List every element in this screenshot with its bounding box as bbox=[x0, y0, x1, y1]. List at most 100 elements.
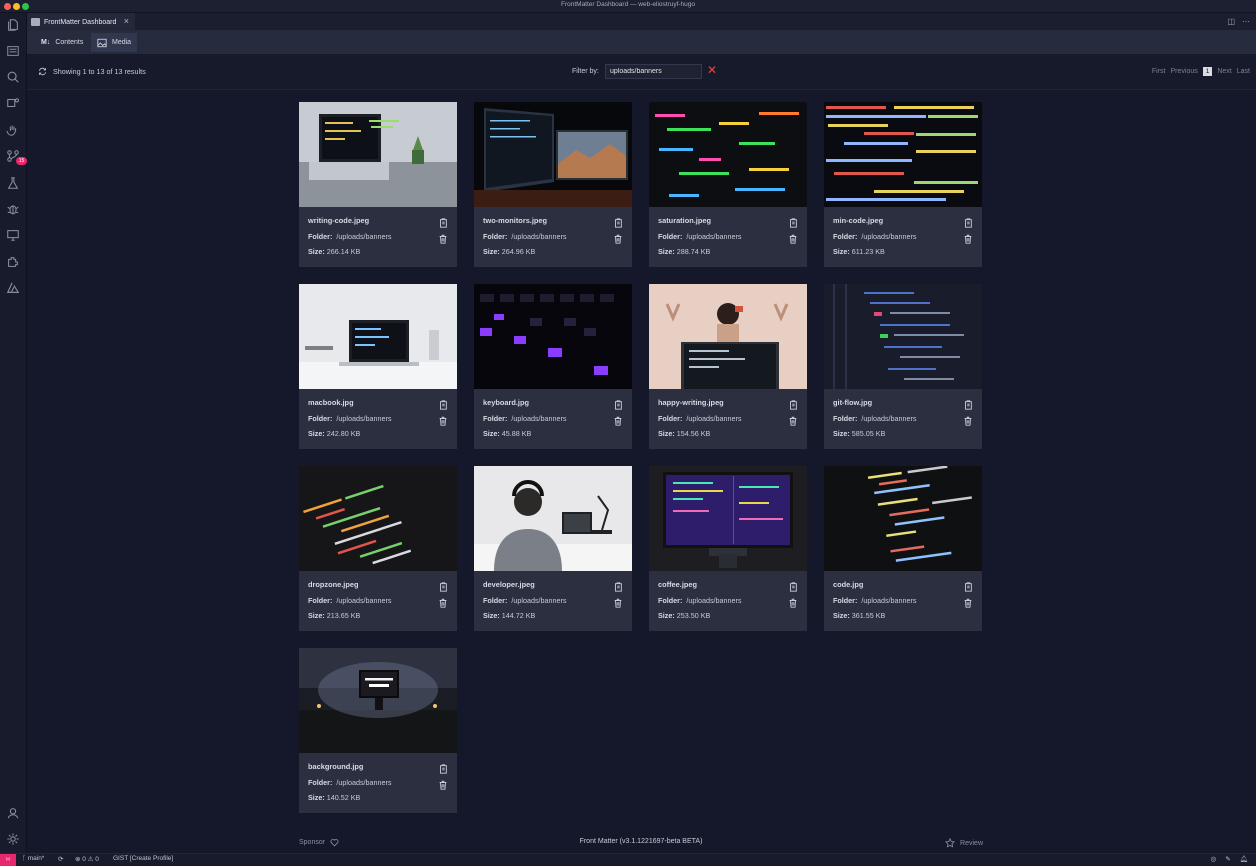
branch-status[interactable]: ᚴ main* bbox=[22, 855, 44, 862]
media-thumbnail[interactable] bbox=[299, 648, 457, 753]
extensions-icon[interactable] bbox=[4, 253, 22, 271]
media-thumbnail[interactable] bbox=[649, 102, 807, 207]
folder-value: /uploads/banners bbox=[511, 232, 567, 241]
media-thumbnail[interactable] bbox=[474, 466, 632, 571]
media-card[interactable]: happy-writing.jpeg Folder: /uploads/banne… bbox=[649, 284, 807, 449]
refresh-icon[interactable] bbox=[38, 67, 47, 76]
delete-icon[interactable] bbox=[613, 231, 623, 244]
delete-icon[interactable] bbox=[613, 595, 623, 608]
media-card[interactable]: macbook.jpg Folder: /uploads/banners Size:… bbox=[299, 284, 457, 449]
media-thumbnail[interactable] bbox=[824, 102, 982, 207]
media-card[interactable]: two-monitors.jpeg Folder: /uploads/banner… bbox=[474, 102, 632, 267]
media-thumbnail[interactable] bbox=[299, 466, 457, 571]
source-control-icon[interactable]: 15 bbox=[4, 147, 27, 165]
delete-icon[interactable] bbox=[788, 231, 798, 244]
delete-icon[interactable] bbox=[788, 413, 798, 426]
delete-icon[interactable] bbox=[963, 595, 973, 608]
media-card[interactable]: code.jpg Folder: /uploads/banners Size: 36… bbox=[824, 466, 982, 631]
teams-icon[interactable] bbox=[4, 94, 22, 112]
clear-filter-icon[interactable]: ✕ bbox=[707, 64, 717, 76]
problems-status[interactable]: ⊗ 0 ⚠ 0 bbox=[75, 855, 99, 863]
folder-label: Folder: bbox=[483, 414, 508, 423]
media-thumbnail[interactable] bbox=[474, 102, 632, 207]
delete-icon[interactable] bbox=[438, 231, 448, 244]
filter-input[interactable] bbox=[605, 64, 702, 79]
delete-icon[interactable] bbox=[963, 413, 973, 426]
more-actions-icon[interactable]: ⋯ bbox=[1242, 17, 1250, 26]
account-icon[interactable] bbox=[4, 804, 22, 822]
copy-path-icon[interactable] bbox=[963, 579, 973, 592]
media-folder: Folder: /uploads/banners bbox=[658, 596, 742, 605]
delete-icon[interactable] bbox=[438, 777, 448, 790]
copy-path-icon[interactable] bbox=[788, 579, 798, 592]
media-card[interactable]: saturation.jpeg Folder: /uploads/banners S… bbox=[649, 102, 807, 267]
size-value: 361.55 KB bbox=[851, 611, 886, 620]
hand-icon[interactable] bbox=[4, 121, 22, 139]
azure-icon[interactable] bbox=[4, 279, 22, 297]
copy-path-icon[interactable] bbox=[438, 579, 448, 592]
media-card[interactable]: writing-code.jpeg Folder: /uploads/banner… bbox=[299, 102, 457, 267]
copy-path-icon[interactable] bbox=[438, 761, 448, 774]
media-card[interactable]: background.jpg Folder: /uploads/banners Si… bbox=[299, 648, 457, 813]
copy-path-icon[interactable] bbox=[613, 215, 623, 228]
explorer-icon[interactable] bbox=[4, 16, 22, 34]
media-thumbnail[interactable] bbox=[299, 284, 457, 389]
tab-contents[interactable]: M↓ Contents bbox=[35, 33, 89, 52]
image-icon bbox=[97, 38, 107, 47]
sync-icon[interactable]: ⟳ bbox=[58, 855, 63, 863]
pager-previous[interactable]: Previous bbox=[1171, 68, 1198, 75]
copy-path-icon[interactable] bbox=[613, 397, 623, 410]
tab-frontmatter-dashboard[interactable]: FrontMatter Dashboard × bbox=[27, 13, 135, 31]
copy-path-icon[interactable] bbox=[788, 397, 798, 410]
delete-icon[interactable] bbox=[438, 595, 448, 608]
media-folder: Folder: /uploads/banners bbox=[658, 414, 742, 423]
media-size: Size: 213.65 KB bbox=[308, 611, 360, 620]
pager-last[interactable]: Last bbox=[1237, 68, 1250, 75]
media-thumbnail[interactable] bbox=[649, 466, 807, 571]
pager-first[interactable]: First bbox=[1152, 68, 1166, 75]
delete-icon[interactable] bbox=[613, 413, 623, 426]
remote-indicator-icon[interactable]: ›‹ bbox=[0, 854, 16, 866]
delete-icon[interactable] bbox=[788, 595, 798, 608]
split-editor-icon[interactable]: ◫ bbox=[1227, 17, 1235, 26]
size-label: Size: bbox=[483, 611, 500, 620]
feedback-icon[interactable]: ✎ bbox=[1225, 855, 1230, 863]
media-card[interactable]: dropzone.jpeg Folder: /uploads/banners Siz… bbox=[299, 466, 457, 631]
copy-path-icon[interactable] bbox=[438, 215, 448, 228]
media-size: Size: 242.80 KB bbox=[308, 429, 360, 438]
media-thumbnail[interactable] bbox=[649, 284, 807, 389]
copilot-icon[interactable]: ◎ bbox=[1211, 855, 1217, 863]
gist-status[interactable]: GIST [Create Profile] bbox=[113, 855, 173, 862]
media-thumbnail[interactable] bbox=[824, 284, 982, 389]
media-thumbnail[interactable] bbox=[474, 284, 632, 389]
copy-path-icon[interactable] bbox=[963, 215, 973, 228]
copy-path-icon[interactable] bbox=[788, 215, 798, 228]
close-icon[interactable]: × bbox=[124, 16, 129, 26]
delete-icon[interactable] bbox=[438, 413, 448, 426]
size-label: Size: bbox=[308, 793, 325, 802]
media-card[interactable]: git-flow.jpg Folder: /uploads/banners Size… bbox=[824, 284, 982, 449]
remote-explorer-icon[interactable] bbox=[4, 226, 22, 244]
copy-path-icon[interactable] bbox=[963, 397, 973, 410]
pager-current-page[interactable]: 1 bbox=[1202, 67, 1213, 76]
copy-path-icon[interactable] bbox=[613, 579, 623, 592]
pager-next[interactable]: Next bbox=[1217, 68, 1231, 75]
tab-media[interactable]: Media bbox=[91, 33, 138, 52]
media-thumbnail[interactable] bbox=[299, 102, 457, 207]
notifications-bell-icon[interactable]: 🔔︎ bbox=[1240, 855, 1248, 863]
media-thumbnail[interactable] bbox=[824, 466, 982, 571]
delete-icon[interactable] bbox=[963, 231, 973, 244]
media-card[interactable]: coffee.jpeg Folder: /uploads/banners Size:… bbox=[649, 466, 807, 631]
branch-label: main* bbox=[27, 855, 45, 862]
front-matter-icon[interactable] bbox=[4, 42, 22, 60]
debug-icon[interactable] bbox=[4, 200, 22, 218]
review-link[interactable]: Review bbox=[945, 838, 983, 848]
testing-icon[interactable] bbox=[4, 174, 22, 192]
copy-path-icon[interactable] bbox=[438, 397, 448, 410]
search-icon[interactable] bbox=[4, 68, 22, 86]
media-card[interactable]: developer.jpeg Folder: /uploads/banners Si… bbox=[474, 466, 632, 631]
settings-gear-icon[interactable] bbox=[4, 830, 22, 848]
media-size: Size: 264.96 KB bbox=[483, 247, 535, 256]
media-card[interactable]: keyboard.jpg Folder: /uploads/banners Size… bbox=[474, 284, 632, 449]
media-card[interactable]: min-code.jpeg Folder: /uploads/banners Siz… bbox=[824, 102, 982, 267]
